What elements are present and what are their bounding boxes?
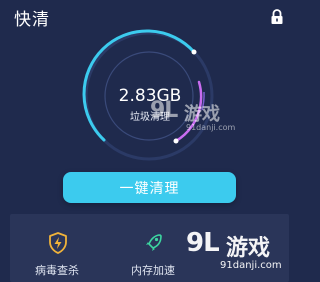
- one-click-clean-button[interactable]: 一键清理: [63, 172, 236, 203]
- watermark-url: 91danji.com: [186, 123, 236, 132]
- watermark-text: 游戏: [226, 236, 271, 261]
- watermark: 9L 游戏 91danji.com: [186, 226, 296, 274]
- shield-lightning-icon: [48, 232, 68, 254]
- watermark-url: 91danji.com: [220, 260, 282, 271]
- tool-virus-scan[interactable]: 病毒查杀: [10, 214, 104, 282]
- tool-label: 病毒查杀: [35, 264, 79, 277]
- storage-gauge: 2.83GB 垃圾清理: [0, 0, 299, 170]
- rocket-icon: [144, 232, 164, 254]
- watermark-logo: 9L: [150, 98, 178, 123]
- watermark: 9L 游戏 91danji.com: [150, 98, 250, 138]
- watermark-logo: 9L: [186, 228, 220, 258]
